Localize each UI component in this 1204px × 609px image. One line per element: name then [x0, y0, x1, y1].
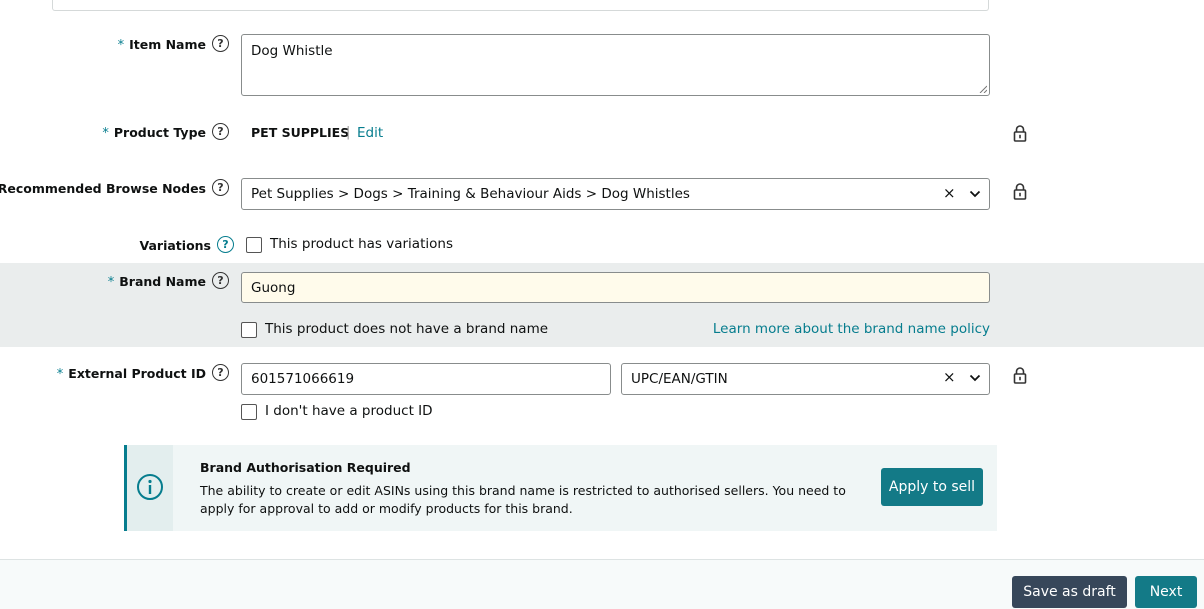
product-type-edit-link[interactable]: Edit: [357, 125, 383, 141]
lock-icon[interactable]: [1013, 124, 1027, 142]
external-id-label-text: External Product ID: [68, 366, 206, 381]
required-mark: *: [56, 367, 64, 382]
brand-name-help-icon[interactable]: ?: [212, 272, 229, 289]
brand-name-input[interactable]: Guong: [241, 272, 990, 303]
browse-nodes-label-text: Recommended Browse Nodes: [0, 181, 206, 196]
no-product-id-checkbox-label: I don't have a product ID: [265, 403, 433, 419]
browse-nodes-select[interactable]: Pet Supplies > Dogs > Training & Behavio…: [241, 178, 990, 210]
help-glyph: ?: [217, 37, 224, 50]
external-id-input[interactable]: 601571066619: [241, 363, 611, 395]
browse-nodes-clear-icon[interactable]: ×: [943, 184, 956, 202]
external-id-type-select[interactable]: UPC/EAN/GTIN: [621, 363, 990, 395]
variations-checkbox-label: This product has variations: [270, 236, 453, 252]
help-glyph: ?: [217, 366, 224, 379]
item-name-label: * Item Name: [118, 37, 206, 53]
browse-nodes-help-icon[interactable]: ?: [212, 179, 229, 196]
external-id-help-icon[interactable]: ?: [212, 364, 229, 381]
product-type-separator: |: [346, 125, 351, 140]
save-as-draft-button[interactable]: Save as draft: [1012, 576, 1127, 608]
variations-label: Variations: [139, 238, 212, 253]
required-mark: *: [102, 126, 109, 141]
lock-icon[interactable]: [1013, 182, 1027, 200]
alert-icon-area: [127, 445, 173, 531]
no-brand-checkbox[interactable]: [241, 322, 257, 338]
info-icon: [137, 474, 163, 500]
help-glyph: ?: [217, 181, 224, 194]
required-mark: *: [117, 38, 125, 53]
external-id-type-clear-icon[interactable]: ×: [943, 368, 956, 386]
external-id-value: 601571066619: [251, 371, 355, 387]
alert-body: The ability to create or edit ASINs usin…: [200, 483, 846, 516]
browse-nodes-label: *Recommended Browse Nodes: [0, 181, 206, 197]
product-type-label-text: Product Type: [113, 125, 206, 140]
no-brand-checkbox-label: This product does not have a brand name: [265, 321, 549, 337]
variations-checkbox[interactable]: [246, 237, 262, 253]
help-glyph: ?: [217, 274, 224, 287]
help-glyph: ?: [222, 238, 229, 251]
product-type-label: * Product Type: [102, 125, 206, 141]
help-glyph: ?: [217, 125, 224, 138]
brand-name-value: Guong: [251, 279, 296, 296]
item-name-help-icon[interactable]: ?: [212, 35, 229, 52]
brand-name-label-text: Brand Name: [119, 274, 206, 289]
variations-help-icon[interactable]: ?: [217, 236, 234, 253]
brand-name-label: * Brand Name: [108, 274, 206, 290]
external-id-label: * External Product ID: [57, 366, 206, 382]
next-button[interactable]: Next: [1135, 576, 1197, 608]
product-type-value: PET SUPPLIES: [251, 125, 350, 140]
resize-handle-icon[interactable]: [979, 85, 987, 93]
apply-to-sell-button[interactable]: Apply to sell: [881, 468, 983, 506]
brand-authorisation-alert: Brand Authorisation Required The ability…: [124, 445, 997, 531]
item-name-label-text: Item Name: [129, 37, 206, 52]
brand-policy-link[interactable]: Learn more about the brand name policy: [713, 321, 990, 337]
chevron-down-icon[interactable]: [969, 374, 981, 382]
alert-title: Brand Authorisation Required: [200, 460, 411, 475]
external-id-type-value: UPC/EAN/GTIN: [631, 371, 728, 387]
previous-section-box: [52, 0, 989, 11]
no-product-id-checkbox[interactable]: [241, 404, 257, 420]
chevron-down-icon[interactable]: [969, 190, 981, 198]
product-type-help-icon[interactable]: ?: [212, 123, 229, 140]
lock-icon[interactable]: [1013, 366, 1027, 384]
required-mark: *: [107, 275, 115, 290]
item-name-value: Dog Whistle: [251, 43, 333, 59]
browse-nodes-value: Pet Supplies > Dogs > Training & Behavio…: [251, 186, 690, 202]
item-name-textarea[interactable]: Dog Whistle: [241, 34, 990, 96]
